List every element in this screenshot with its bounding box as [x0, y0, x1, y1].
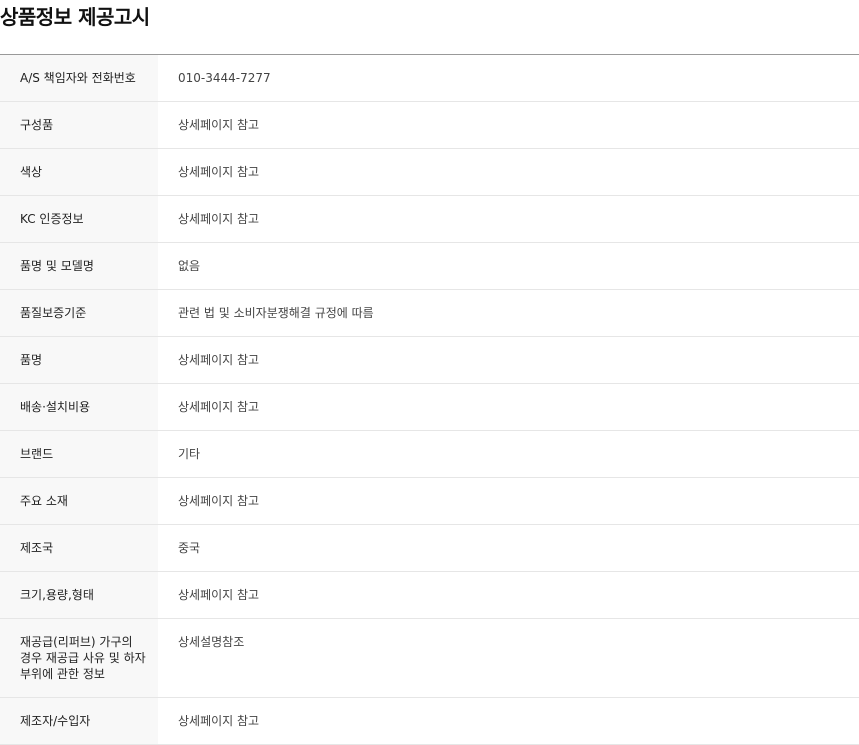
row-label-product-model: 품명 및 모델명: [0, 242, 158, 290]
table-row: KC 인증정보 상세페이지 참고: [0, 195, 859, 243]
row-label-country: 제조국: [0, 524, 158, 572]
table-row: 색상 상세페이지 참고: [0, 148, 859, 196]
table-row: 주요 소재 상세페이지 참고: [0, 477, 859, 525]
row-value-country: 중국: [178, 541, 201, 555]
row-label-kc-cert: KC 인증정보: [0, 195, 158, 243]
row-value-product-model: 없음: [178, 259, 201, 273]
row-value-shipping-cost: 상세페이지 참고: [178, 400, 260, 414]
row-label-refurb-info: 재공급(리퍼브) 가구의 경우 재공급 사유 및 하자 부위에 관한 정보: [0, 618, 158, 698]
row-label-color: 색상: [0, 148, 158, 196]
table-row: 재공급(리퍼브) 가구의 경우 재공급 사유 및 하자 부위에 관한 정보 상세…: [0, 618, 859, 698]
table-row: 크기,용량,형태 상세페이지 참고: [0, 571, 859, 619]
table-row: 품명 및 모델명 없음: [0, 242, 859, 290]
row-value-refurb-info: 상세설명참조: [178, 635, 245, 649]
product-info-table: A/S 책임자와 전화번호 010-3444-7277 구성품 상세페이지 참고…: [0, 54, 859, 745]
row-value-as-contact: 010-3444-7277: [178, 71, 271, 85]
row-label-shipping-cost: 배송·설치비용: [0, 383, 158, 431]
row-value-manufacturer: 상세페이지 참고: [178, 714, 260, 728]
row-value-brand: 기타: [178, 447, 201, 461]
table-row: 구성품 상세페이지 참고: [0, 101, 859, 149]
row-label-quality-standard: 품질보증기준: [0, 289, 158, 337]
table-row: A/S 책임자와 전화번호 010-3444-7277: [0, 54, 859, 102]
row-label-size: 크기,용량,형태: [0, 571, 158, 619]
row-value-product-name: 상세페이지 참고: [178, 353, 260, 367]
row-label-manufacturer: 제조자/수입자: [0, 697, 158, 745]
row-label-as-contact: A/S 책임자와 전화번호: [0, 54, 158, 102]
row-value-size: 상세페이지 참고: [178, 588, 260, 602]
row-label-material: 주요 소재: [0, 477, 158, 525]
row-value-components: 상세페이지 참고: [178, 118, 260, 132]
row-label-product-name: 품명: [0, 336, 158, 384]
page-title: 상품정보 제공고시: [0, 5, 150, 29]
row-value-material: 상세페이지 참고: [178, 494, 260, 508]
row-label-components: 구성품: [0, 101, 158, 149]
row-value-quality-standard: 관련 법 및 소비자분쟁해결 규정에 따름: [178, 306, 374, 320]
table-row: 품명 상세페이지 참고: [0, 336, 859, 384]
row-value-kc-cert: 상세페이지 참고: [178, 212, 260, 226]
table-row: 품질보증기준 관련 법 및 소비자분쟁해결 규정에 따름: [0, 289, 859, 337]
table-row: 제조국 중국: [0, 524, 859, 572]
table-row: 배송·설치비용 상세페이지 참고: [0, 383, 859, 431]
row-value-color: 상세페이지 참고: [178, 165, 260, 179]
title-spacer: [0, 34, 859, 54]
row-label-brand: 브랜드: [0, 430, 158, 478]
table-row: 브랜드 기타: [0, 430, 859, 478]
table-row: 제조자/수입자 상세페이지 참고: [0, 697, 859, 745]
